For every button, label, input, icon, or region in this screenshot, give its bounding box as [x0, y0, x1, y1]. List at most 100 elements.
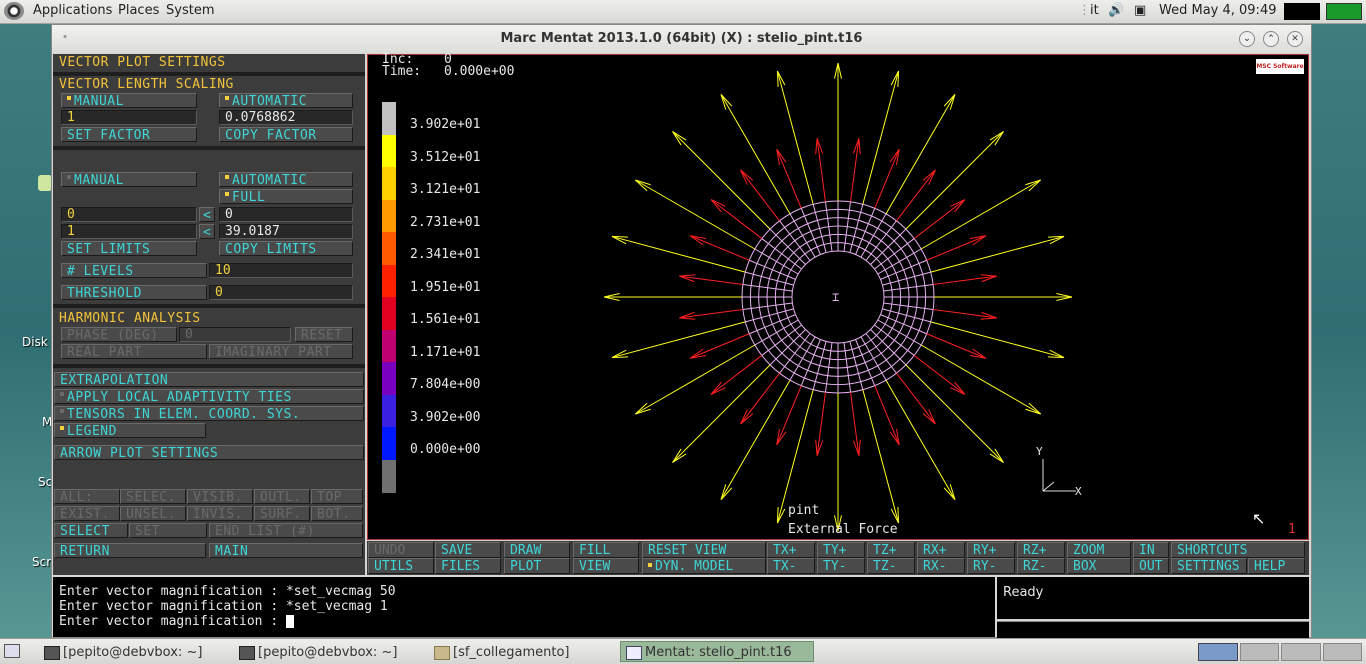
desktop-icon[interactable] [38, 175, 52, 191]
dyn-model-button[interactable]: DYN. MODEL [642, 558, 766, 574]
task-terminal-1[interactable]: [pepito@debvbox: ~] [38, 641, 232, 662]
copy-max-arrow-button[interactable]: < [199, 224, 215, 239]
files-button[interactable]: FILES [435, 558, 501, 574]
arrow-plot-settings-button[interactable]: ARROW PLOT SETTINGS [54, 445, 364, 460]
min-limit-field[interactable]: 0 [61, 207, 197, 222]
title-bar[interactable]: Marc Mentat 2013.1.0 (64bit) (X) : steli… [52, 25, 1311, 53]
full-radio[interactable]: FULL [219, 189, 353, 204]
zoom-out-button[interactable]: OUT [1133, 558, 1169, 574]
threshold-field[interactable]: 0 [209, 285, 353, 300]
automatic-radio[interactable]: AUTOMATIC [219, 93, 353, 108]
zoom-box-button[interactable]: BOX [1067, 558, 1131, 574]
fill-button[interactable]: FILL [573, 542, 639, 558]
task-mentat[interactable]: Mentat: stelio_pint.t16 [620, 641, 814, 662]
tx-plus-button[interactable]: TX+ [767, 542, 815, 558]
clock[interactable]: Wed May 4, 09:49 [1159, 3, 1276, 18]
manual-radio[interactable]: MANUAL [61, 93, 197, 108]
rx-plus-button[interactable]: RX+ [917, 542, 965, 558]
vector-arrow [611, 321, 746, 359]
task-file-manager[interactable]: [sf_collegamento] [428, 641, 618, 662]
vector-arrowhead [603, 293, 620, 298]
limits-manual-radio[interactable]: MANUAL [61, 172, 197, 187]
main-button[interactable]: MAIN [209, 543, 363, 558]
ry-plus-button[interactable]: RY+ [967, 542, 1015, 558]
ty-minus-button[interactable]: TY- [817, 558, 865, 574]
copy-factor-button[interactable]: COPY FACTOR [219, 127, 353, 142]
vector-arrow [913, 355, 966, 395]
workspace-2[interactable] [1239, 643, 1279, 661]
threshold-button[interactable]: THRESHOLD [61, 285, 207, 300]
tensors-toggle[interactable]: TENSORS IN ELEM. COORD. SYS. [54, 406, 364, 421]
workspace-switcher[interactable] [1198, 643, 1362, 661]
zoom-in-button[interactable]: IN [1133, 542, 1169, 558]
adaptivity-toggle[interactable]: APPLY LOCAL ADAPTIVITY TIES [54, 389, 364, 404]
extrapolation-button[interactable]: EXTRAPOLATION [54, 372, 364, 387]
shortcuts-button[interactable]: SHORTCUTS [1171, 542, 1305, 558]
places-menu[interactable]: Places [118, 3, 159, 18]
set-factor-button[interactable]: SET FACTOR [61, 127, 197, 142]
ry-minus-button[interactable]: RY- [967, 558, 1015, 574]
command-console[interactable]: Enter vector magnification : *set_vecmag… [53, 577, 995, 637]
workspace-3[interactable] [1281, 643, 1321, 661]
settings-button[interactable]: SETTINGS [1171, 558, 1247, 574]
draw-button[interactable]: DRAW [504, 542, 570, 558]
vector-arrow [874, 148, 900, 209]
keyboard-layout[interactable]: it [1090, 3, 1099, 18]
vector-arrowhead [679, 274, 696, 277]
view-button[interactable]: VIEW [573, 558, 639, 574]
graphics-viewport[interactable]: Inc: 0 Time: 0.000e+00 MSC Software 3.90… [367, 53, 1309, 540]
set-limits-button[interactable]: SET LIMITS [61, 241, 197, 256]
factor-field[interactable]: 1 [61, 110, 197, 125]
rz-minus-button[interactable]: RZ- [1017, 558, 1065, 574]
select-button[interactable]: SELECT [54, 523, 128, 538]
legend-toggle[interactable]: LEGEND [54, 423, 206, 438]
window-menu-icon[interactable]: • [58, 31, 72, 45]
tz-minus-button[interactable]: TZ- [867, 558, 915, 574]
minimize-button[interactable]: ⌄ [1239, 31, 1255, 47]
plot-button[interactable]: PLOT [504, 558, 570, 574]
limits-automatic-radio[interactable]: AUTOMATIC [219, 172, 353, 187]
max-limit-field[interactable]: 1 [61, 224, 197, 239]
vector-arrow [933, 309, 997, 319]
rz-plus-button[interactable]: RZ+ [1017, 542, 1065, 558]
maximize-button[interactable]: ⌃ [1263, 31, 1279, 47]
help-button[interactable]: HELP [1248, 558, 1305, 574]
tx-minus-button[interactable]: TX- [767, 558, 815, 574]
tz-plus-button[interactable]: TZ+ [867, 542, 915, 558]
show-desktop-icon[interactable] [4, 644, 20, 658]
vector-arrowhead [897, 507, 900, 524]
system-menu[interactable]: System [166, 3, 214, 18]
copy-min-arrow-button[interactable]: < [199, 207, 215, 222]
console-line: Enter vector magnification : *set_vecmag… [59, 584, 396, 599]
reset-view-button[interactable]: RESET VIEW [642, 542, 766, 558]
volume-icon[interactable]: 🔊 [1108, 3, 1124, 18]
imaginary-part-button: IMAGINARY PART [209, 344, 353, 359]
vector-arrowhead [1048, 235, 1065, 238]
vector-arrow [926, 235, 987, 261]
gnome-foot-icon[interactable] [4, 2, 24, 20]
copy-limits-button[interactable]: COPY LIMITS [219, 241, 353, 256]
vector-arrow [896, 169, 936, 222]
console-prompt[interactable]: Enter vector magnification : [59, 614, 294, 629]
network-icon[interactable]: ▣ [1134, 3, 1146, 18]
return-button[interactable]: RETURN [54, 543, 206, 558]
applications-menu[interactable]: Applications [33, 3, 112, 18]
utils-button[interactable]: UTILS [368, 558, 434, 574]
levels-button[interactable]: # LEVELS [61, 263, 207, 278]
workspace-4[interactable] [1322, 643, 1362, 661]
sel-all-label: ALL: [54, 489, 120, 504]
vector-arrow [740, 169, 780, 222]
task-terminal-2[interactable]: [pepito@debvbox: ~] [233, 641, 427, 662]
rx-minus-button[interactable]: RX- [917, 558, 965, 574]
desktop-label[interactable]: Scr [32, 555, 51, 569]
vector-arrow [905, 131, 1004, 230]
close-button[interactable]: ✕ [1287, 31, 1303, 47]
top-panel: Applications Places System ⋮ it 🔊 ▣ Wed … [0, 0, 1366, 24]
levels-field[interactable]: 10 [209, 263, 353, 278]
desktop-label[interactable]: Disk [22, 335, 48, 349]
workspace-1[interactable] [1198, 643, 1238, 661]
save-button[interactable]: SAVE [435, 542, 501, 558]
zoom-button[interactable]: ZOOM [1067, 542, 1131, 558]
ty-plus-button[interactable]: TY+ [817, 542, 865, 558]
vector-arrowhead [858, 138, 861, 155]
